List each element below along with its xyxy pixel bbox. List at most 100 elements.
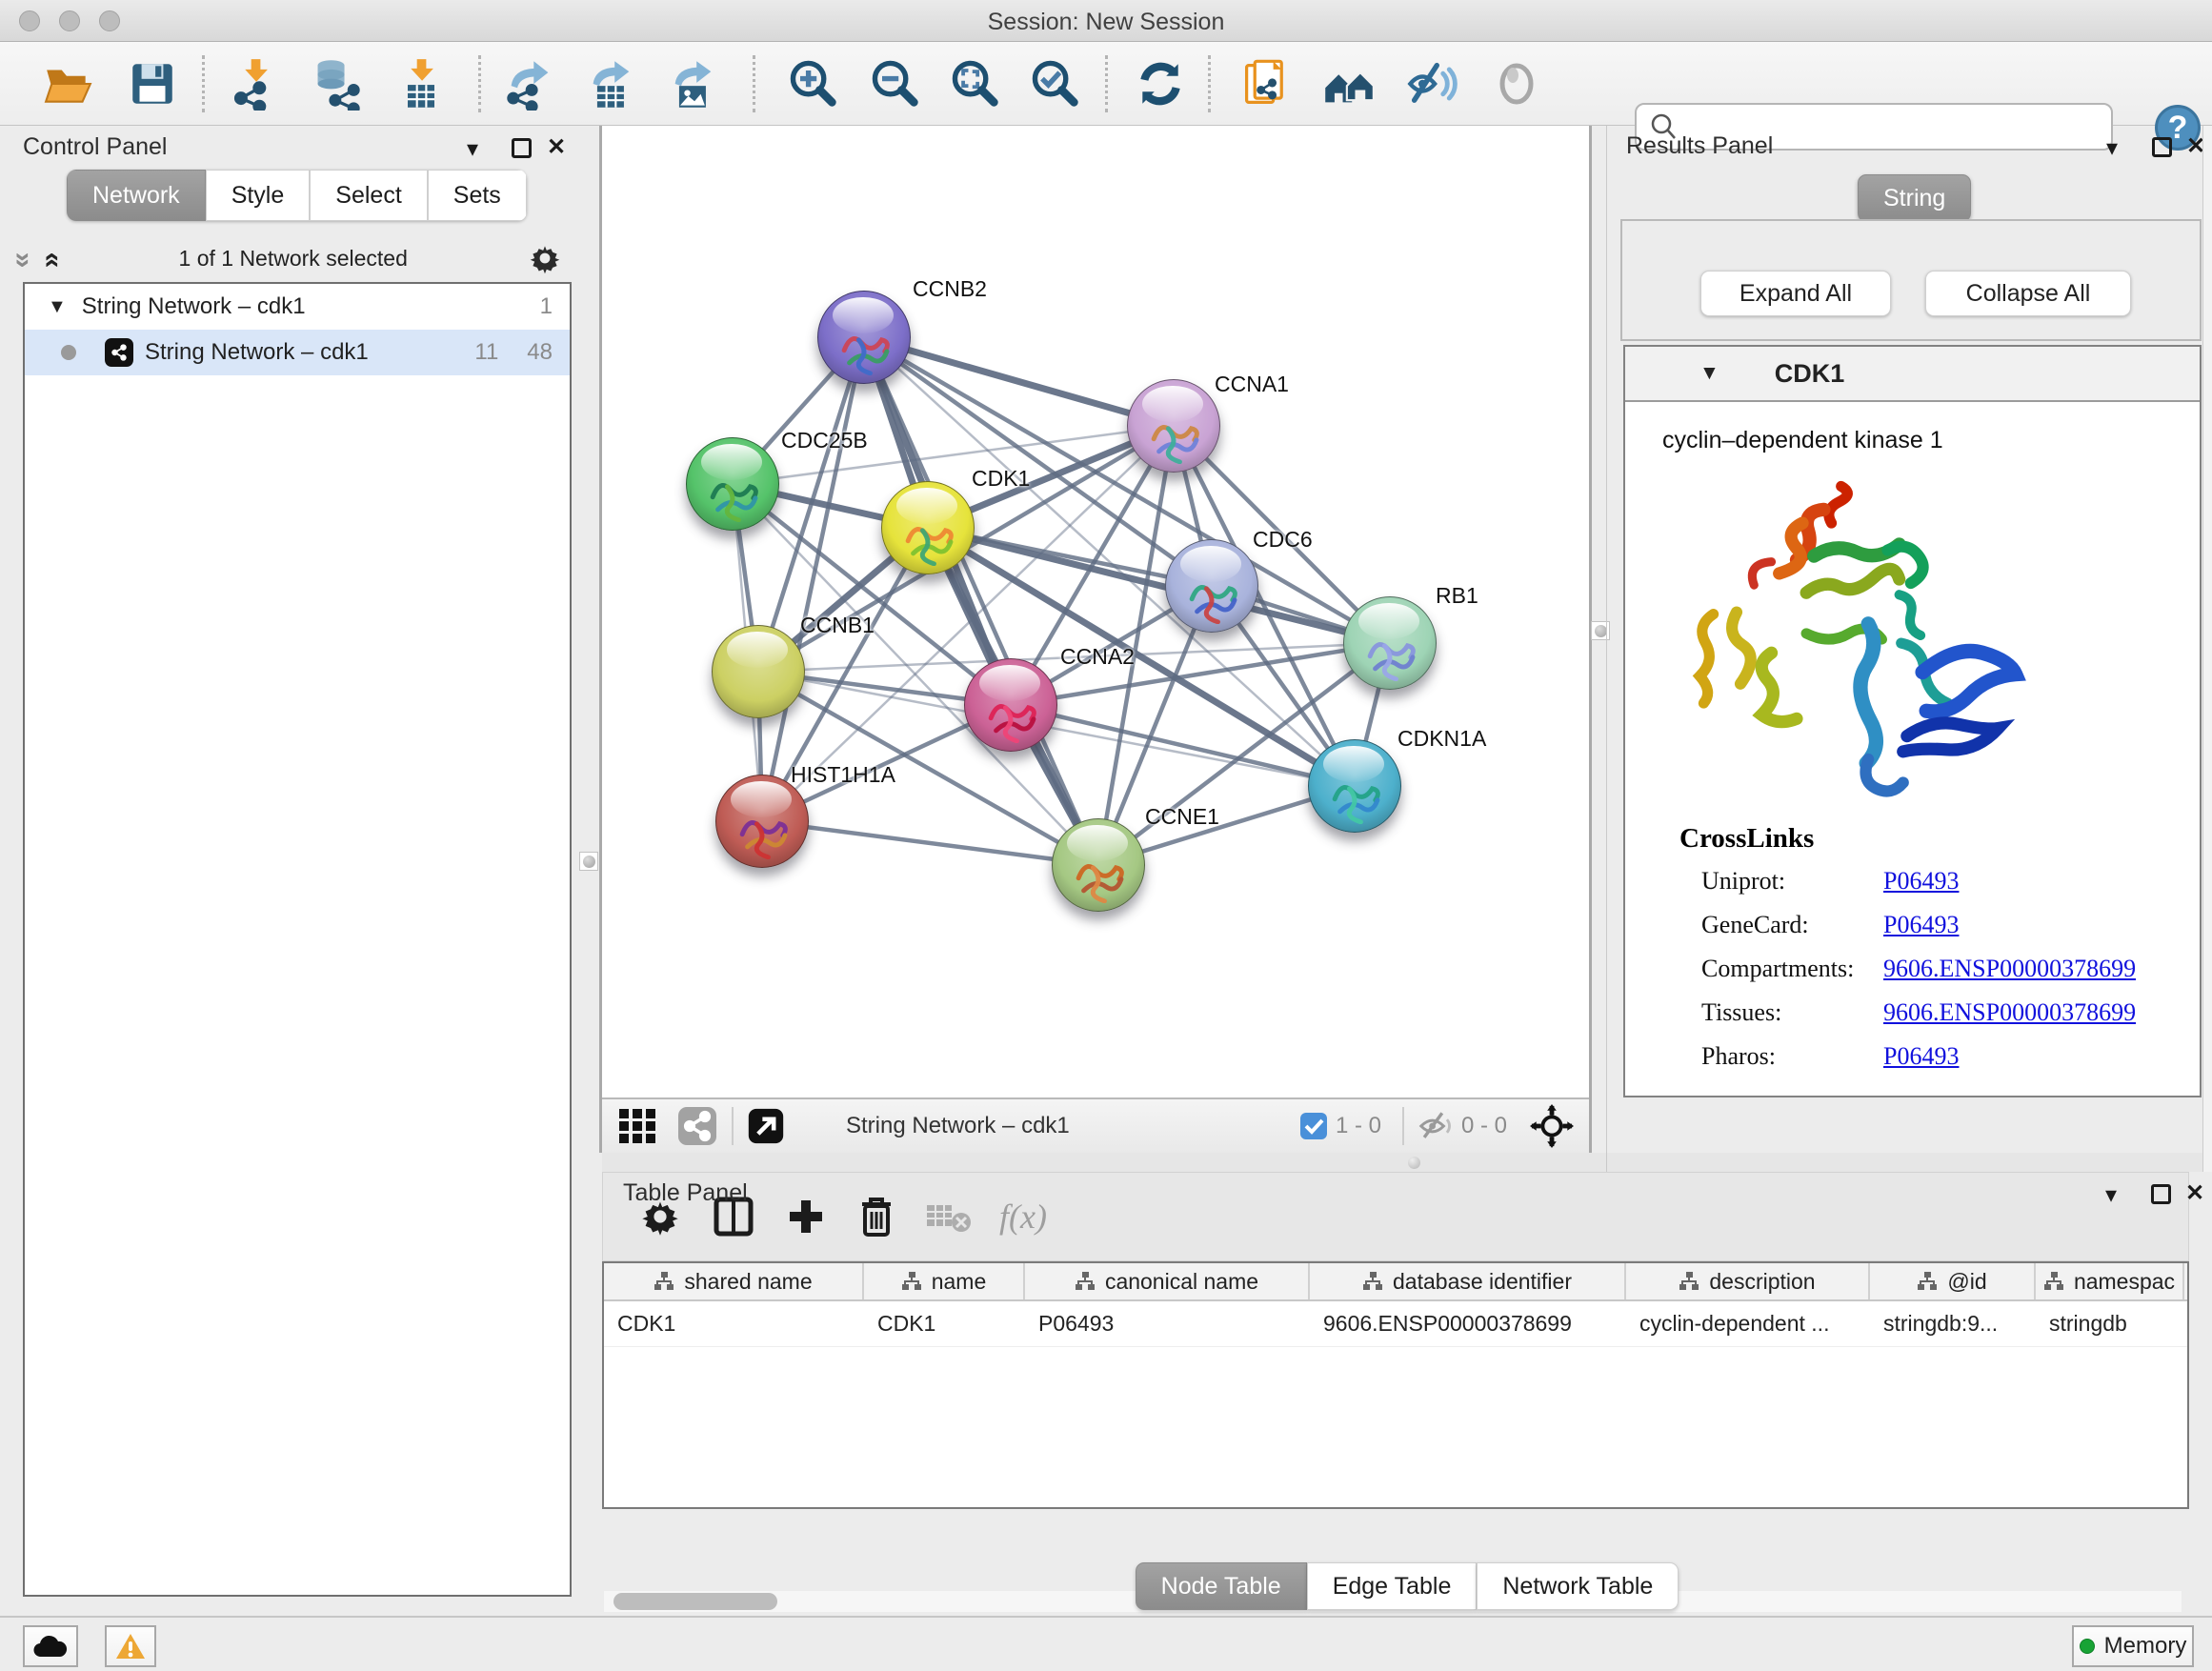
import-table-file-icon[interactable] xyxy=(394,57,448,111)
collapse-panel-icon[interactable]: ▾ xyxy=(467,135,478,163)
gene-section-header[interactable]: ▼ CDK1 xyxy=(1625,347,2200,402)
right-splitter[interactable] xyxy=(1589,126,1592,1172)
collection-label: String Network – cdk1 xyxy=(82,293,540,320)
column-header-description[interactable]: description xyxy=(1626,1263,1870,1299)
expand-all-button[interactable]: Expand All xyxy=(1700,271,1891,316)
table-cell[interactable]: stringdb:9... xyxy=(1870,1301,2036,1346)
warnings-button[interactable] xyxy=(105,1625,156,1667)
export-image-icon[interactable] xyxy=(667,57,720,111)
tab-style[interactable]: Style xyxy=(206,170,311,221)
save-session-icon[interactable] xyxy=(126,57,179,111)
export-network-icon[interactable] xyxy=(503,57,556,111)
network-share-icon[interactable] xyxy=(676,1105,718,1147)
crosslink-link[interactable]: P06493 xyxy=(1883,867,1959,896)
table-cell[interactable]: CDK1 xyxy=(864,1301,1025,1346)
import-network-file-icon[interactable] xyxy=(229,57,282,111)
tab-network-table[interactable]: Network Table xyxy=(1477,1562,1679,1610)
export-table-icon[interactable] xyxy=(585,57,638,111)
refresh-layout-icon[interactable] xyxy=(1134,57,1187,111)
network-collection-row[interactable]: ▼ String Network – cdk1 1 xyxy=(25,284,570,330)
tab-network[interactable]: Network xyxy=(67,170,206,221)
zoom-selected-icon[interactable] xyxy=(1029,57,1082,111)
network-node-ccna2[interactable] xyxy=(964,658,1057,752)
network-options-gear-icon[interactable] xyxy=(528,241,562,275)
float-panel-icon[interactable] xyxy=(512,138,532,158)
column-header-canonical-name[interactable]: canonical name xyxy=(1025,1263,1310,1299)
table-cell[interactable]: stringdb xyxy=(2036,1301,2184,1346)
collapse-results-icon[interactable]: ▾ xyxy=(2106,134,2118,162)
tab-select[interactable]: Select xyxy=(310,170,427,221)
selected-checkbox-icon[interactable] xyxy=(1299,1112,1328,1140)
fit-crosshair-icon[interactable] xyxy=(1530,1104,1574,1148)
column-header-shared-name[interactable]: shared name xyxy=(604,1263,864,1299)
tree-expander-icon[interactable]: ▼ xyxy=(48,296,67,318)
add-column-icon[interactable] xyxy=(786,1197,826,1237)
eye-icon[interactable] xyxy=(1490,57,1543,111)
expand-all-tree-icon[interactable]: » xyxy=(13,252,32,265)
node-table: shared namenamecanonical namedatabase id… xyxy=(602,1261,2189,1509)
network-canvas[interactable]: CCNB2CCNA1CDC25BCDK1CDC6RB1CCNB1CCNA2CDK… xyxy=(602,126,1589,1097)
table-row[interactable]: CDK1CDK1P064939606.ENSP00000378699cyclin… xyxy=(604,1301,2187,1347)
network-selection-summary: 1 of 1 Network selected xyxy=(58,246,528,272)
gene-section: ▼ CDK1 cyclin–dependent kinase 1 xyxy=(1623,345,2202,1097)
network-node-cdc6[interactable] xyxy=(1165,539,1258,633)
network-row-selected[interactable]: String Network – cdk1 11 48 xyxy=(25,330,570,375)
network-node-ccnb2[interactable] xyxy=(817,291,911,384)
crosslink-link[interactable]: 9606.ENSP00000378699 xyxy=(1883,998,2136,1027)
zoom-in-icon[interactable] xyxy=(787,57,840,111)
network-label: String Network – cdk1 xyxy=(145,339,474,366)
node-label-cdc25b: CDC25B xyxy=(781,428,868,453)
birdseye-grid-icon[interactable] xyxy=(617,1105,659,1147)
table-cell[interactable]: 9606.ENSP00000378699 xyxy=(1310,1301,1626,1346)
tab-node-table[interactable]: Node Table xyxy=(1136,1562,1307,1610)
zoom-out-icon[interactable] xyxy=(869,57,922,111)
left-splitter-handle[interactable] xyxy=(579,852,598,871)
show-hide-icon[interactable] xyxy=(1406,57,1459,111)
table-cell[interactable]: P06493 xyxy=(1025,1301,1310,1346)
column-tree-icon xyxy=(1362,1271,1383,1292)
crosslink-row: Uniprot:P06493 xyxy=(1701,867,1785,896)
collapse-all-button[interactable]: Collapse All xyxy=(1925,271,2131,316)
network-node-cdk1[interactable] xyxy=(881,481,975,574)
network-node-cdc25b[interactable] xyxy=(686,437,779,531)
crosslink-link[interactable]: 9606.ENSP00000378699 xyxy=(1883,955,2136,983)
close-panel-icon[interactable]: ✕ xyxy=(547,133,566,161)
tab-string[interactable]: String xyxy=(1858,174,1971,222)
table-toolbar: f(x) xyxy=(602,1172,2189,1261)
network-node-ccna1[interactable] xyxy=(1127,379,1220,473)
float-results-icon[interactable] xyxy=(2152,137,2172,157)
network-node-cdkn1a[interactable] xyxy=(1308,739,1401,833)
crosslink-label: Uniprot: xyxy=(1701,867,1785,895)
collection-count: 1 xyxy=(540,293,553,320)
collapse-all-tree-icon[interactable]: « xyxy=(43,252,62,265)
memory-button[interactable]: Memory xyxy=(2072,1625,2194,1667)
close-table-icon[interactable]: ✕ xyxy=(2185,1179,2204,1207)
table-cell[interactable]: CDK1 xyxy=(604,1301,864,1346)
network-node-rb1[interactable] xyxy=(1343,596,1437,690)
title-bar: Session: New Session xyxy=(0,0,2212,42)
delete-column-icon[interactable] xyxy=(856,1195,896,1238)
open-in-new-icon[interactable] xyxy=(747,1107,785,1145)
column-header--id[interactable]: @id xyxy=(1870,1263,2036,1299)
network-snapshot-icon[interactable] xyxy=(1238,57,1292,111)
network-node-ccnb1[interactable] xyxy=(712,625,805,718)
column-header-namespac[interactable]: namespac xyxy=(2036,1263,2184,1299)
table-cell[interactable]: cyclin-dependent ... xyxy=(1626,1301,1870,1346)
column-header-database-identifier[interactable]: database identifier xyxy=(1310,1263,1626,1299)
network-node-hist1h1a[interactable] xyxy=(715,775,809,868)
float-table-icon[interactable] xyxy=(2151,1184,2171,1204)
tab-sets[interactable]: Sets xyxy=(428,170,527,221)
open-session-icon[interactable] xyxy=(42,57,95,111)
crosslink-link[interactable]: P06493 xyxy=(1883,1042,1959,1071)
collapse-table-icon[interactable]: ▾ xyxy=(2105,1181,2117,1209)
home-icon[interactable] xyxy=(1322,57,1376,111)
zoom-fit-icon[interactable] xyxy=(949,57,1002,111)
network-node-ccne1[interactable] xyxy=(1052,818,1145,912)
tab-edge-table[interactable]: Edge Table xyxy=(1307,1562,1478,1610)
section-expander-icon[interactable]: ▼ xyxy=(1699,362,1719,385)
results-scrollbar[interactable] xyxy=(2202,126,2212,1172)
crosslink-link[interactable]: P06493 xyxy=(1883,911,1959,939)
column-header-name[interactable]: name xyxy=(864,1263,1025,1299)
import-network-database-icon[interactable] xyxy=(311,57,364,111)
cloud-button[interactable] xyxy=(23,1625,78,1667)
